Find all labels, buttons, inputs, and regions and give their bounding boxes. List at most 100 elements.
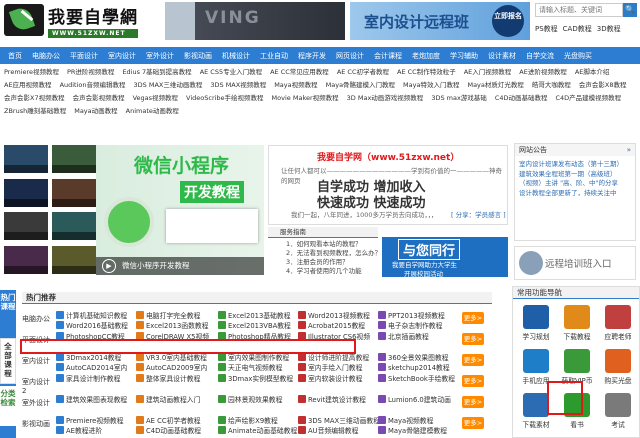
nav-accounting[interactable]: 会计课程 <box>374 51 402 61</box>
subnav-link[interactable]: Edius 7基础到提高教程 <box>122 66 191 79</box>
search-input[interactable] <box>535 3 623 17</box>
quicklink-cad[interactable]: CAD教程 <box>563 24 592 34</box>
notice-item[interactable]: （视频）主讲 "高、阶、中"的分享 <box>519 179 635 189</box>
nav-mechanical[interactable]: 机械设计 <box>222 51 250 61</box>
course-link[interactable]: 整体家具设计教程 <box>136 373 200 383</box>
notice-more-link[interactable]: » <box>627 144 631 156</box>
subnav-link[interactable]: Premiere视频教程 <box>4 66 59 79</box>
subnav-link[interactable]: 3D Max动画游戏视频教程 <box>347 92 424 105</box>
course-link[interactable]: AU音频编辑教程 <box>298 425 358 435</box>
course-link[interactable]: 北京插画教程 <box>378 331 429 341</box>
subnav-link[interactable]: C4D动画基础教程 <box>495 92 548 105</box>
course-link[interactable]: 室内软装设计教程 <box>298 373 362 383</box>
promo-title[interactable]: 我要自学网（www.51zxw.net） <box>317 150 459 163</box>
subnav-link[interactable]: PR进阶视频教程 <box>67 66 114 79</box>
header-banner-left[interactable]: VING <box>165 2 345 40</box>
thumbnail[interactable] <box>4 145 48 173</box>
course-link[interactable]: 园林景观效果教程 <box>218 394 282 404</box>
thumbnail[interactable] <box>4 212 48 240</box>
course-link[interactable]: Premiere视频教程 <box>56 415 124 425</box>
campus-ad-banner[interactable]: 与您同行 我要自学网助力大学生 开展校园活动 <box>382 237 508 278</box>
quick-nav-item[interactable]: 应聘老师 <box>599 305 637 345</box>
quicklink-ps[interactable]: PS教程 <box>535 24 558 34</box>
course-category[interactable]: 室内设计2 <box>22 377 52 395</box>
subnav-link[interactable]: Movie Maker视频教程 <box>272 92 339 105</box>
course-link[interactable]: sketchup2014教程 <box>378 362 450 372</box>
more-button[interactable]: 更多> <box>462 375 484 387</box>
subnav-link[interactable]: Animate动画教程 <box>126 105 179 118</box>
course-link[interactable]: 3DS MAX三维动画教程 <box>298 415 380 425</box>
nav-programming[interactable]: 程序开发 <box>298 51 326 61</box>
subnav-link[interactable]: Maya特效入门教程 <box>403 79 459 92</box>
course-link[interactable]: 电脑打字完全教程 <box>136 310 200 320</box>
nav-web[interactable]: 网页设计 <box>336 51 364 61</box>
thumbnail[interactable] <box>52 212 96 240</box>
quicklink-3d[interactable]: 3D教程 <box>597 24 621 34</box>
course-link[interactable]: Excel2013函数教程 <box>136 320 209 330</box>
subnav-link[interactable]: AE脚本介绍 <box>575 66 610 79</box>
subnav-link[interactable]: 3DS MAX三维动画教程 <box>134 79 203 92</box>
subnav-link[interactable]: 3DS MAX视频教程 <box>210 79 266 92</box>
more-button[interactable]: 更多> <box>462 417 484 429</box>
nav-office[interactable]: 电脑办公 <box>32 51 60 61</box>
course-link[interactable]: 家具设计制作教程 <box>56 373 120 383</box>
notice-item[interactable]: 建筑效果全程班第一期（高级班） <box>519 170 635 180</box>
subnav-link[interactable]: Maya动画教程 <box>74 105 117 118</box>
tab-category-search[interactable]: 分类检索 <box>0 386 16 426</box>
subnav-link[interactable]: C4D产品建模视频教程 <box>556 92 622 105</box>
course-link[interactable]: Maya视频教程 <box>378 415 433 425</box>
subnav-link[interactable]: Maya骨骼建模入门教程 <box>326 79 395 92</box>
play-icon[interactable]: ▶ <box>102 259 116 273</box>
subnav-link[interactable]: 3DS max游戏基础 <box>431 92 487 105</box>
quick-nav-item[interactable]: 考试 <box>599 393 637 433</box>
subnav-link[interactable]: Audition音频编辑教程 <box>60 79 126 92</box>
notice-item[interactable]: 室内设计班课发布动态（第十三期） <box>519 160 635 170</box>
nav-industrial[interactable]: 工业自动 <box>260 51 288 61</box>
course-link[interactable]: 建筑动画教程入门 <box>136 394 200 404</box>
thumbnail[interactable] <box>4 245 48 274</box>
course-link[interactable]: 360全景效果图教程 <box>378 352 449 362</box>
course-category[interactable]: 电脑办公 <box>22 314 52 324</box>
thumbnail[interactable] <box>52 145 96 173</box>
subnav-link[interactable]: 会声会影视频教程 <box>73 92 125 105</box>
thumbnail[interactable] <box>52 178 96 207</box>
more-button[interactable]: 更多> <box>462 396 484 408</box>
course-link[interactable]: SketchBook手绘教程 <box>378 373 455 383</box>
remote-training-entry[interactable]: 远程培训班入口 <box>514 246 636 280</box>
subnav-link[interactable]: 会声会影X7视频教程 <box>4 92 65 105</box>
nav-study[interactable]: 学习辅助 <box>450 51 478 61</box>
nav-materials[interactable]: 设计素材 <box>488 51 516 61</box>
more-button[interactable]: 更多> <box>462 312 484 324</box>
subnav-link[interactable]: 会声会影X8教程 <box>579 79 627 92</box>
guide-item[interactable]: 1．如何观看本站的教程？ <box>286 240 381 249</box>
course-link[interactable]: 室内手绘入门教程 <box>298 362 362 372</box>
thumbnail[interactable] <box>52 245 96 274</box>
course-link[interactable]: 电子杂志制作教程 <box>378 320 442 330</box>
course-link[interactable]: AE教程进阶 <box>56 425 102 435</box>
tab-all-courses[interactable]: 全部课程 <box>0 338 16 384</box>
course-category[interactable]: 室外设计 <box>22 398 52 408</box>
subnav-link[interactable]: ZBrush雕刻基础教程 <box>4 105 66 118</box>
subnav-link[interactable]: Vegas视频教程 <box>133 92 178 105</box>
search-icon[interactable]: 🔍 <box>623 3 637 17</box>
quick-nav-item[interactable]: 购买光盘 <box>599 349 637 389</box>
course-link[interactable]: PPT2013视频教程 <box>378 310 445 320</box>
course-link[interactable]: Excel2013VBA教程 <box>218 320 291 330</box>
course-link[interactable]: Word2016基础教程 <box>56 320 128 330</box>
nav-home[interactable]: 首页 <box>8 51 22 61</box>
hero-banner[interactable]: 微信小程序 开发教程 微信小程序开发教程 ▶ <box>96 145 264 275</box>
course-link[interactable]: Maya骨骼建模教程 <box>378 425 447 435</box>
course-category[interactable]: 室内设计 <box>22 356 52 366</box>
notice-item[interactable]: 设计教程全部更新了，持续关注中 <box>519 189 635 199</box>
quick-nav-item[interactable]: 学习规划 <box>517 305 555 345</box>
nav-interior[interactable]: 室内设计 <box>108 51 136 61</box>
nav-film[interactable]: 影视动画 <box>184 51 212 61</box>
subnav-link[interactable]: Maya视频教程 <box>274 79 317 92</box>
subnav-link[interactable]: AE CC常见应用教程 <box>270 66 329 79</box>
nav-dvd[interactable]: 光盘购买 <box>564 51 592 61</box>
nav-extra[interactable]: 老炮加度 <box>412 51 440 61</box>
subnav-link[interactable]: Maya材质灯光教程 <box>467 79 523 92</box>
course-link[interactable]: 建筑效果图表现教程 <box>56 394 127 404</box>
more-button[interactable]: 更多> <box>462 354 484 366</box>
testimonials-link[interactable]: [ 分享：学员感言 ] <box>451 209 506 219</box>
